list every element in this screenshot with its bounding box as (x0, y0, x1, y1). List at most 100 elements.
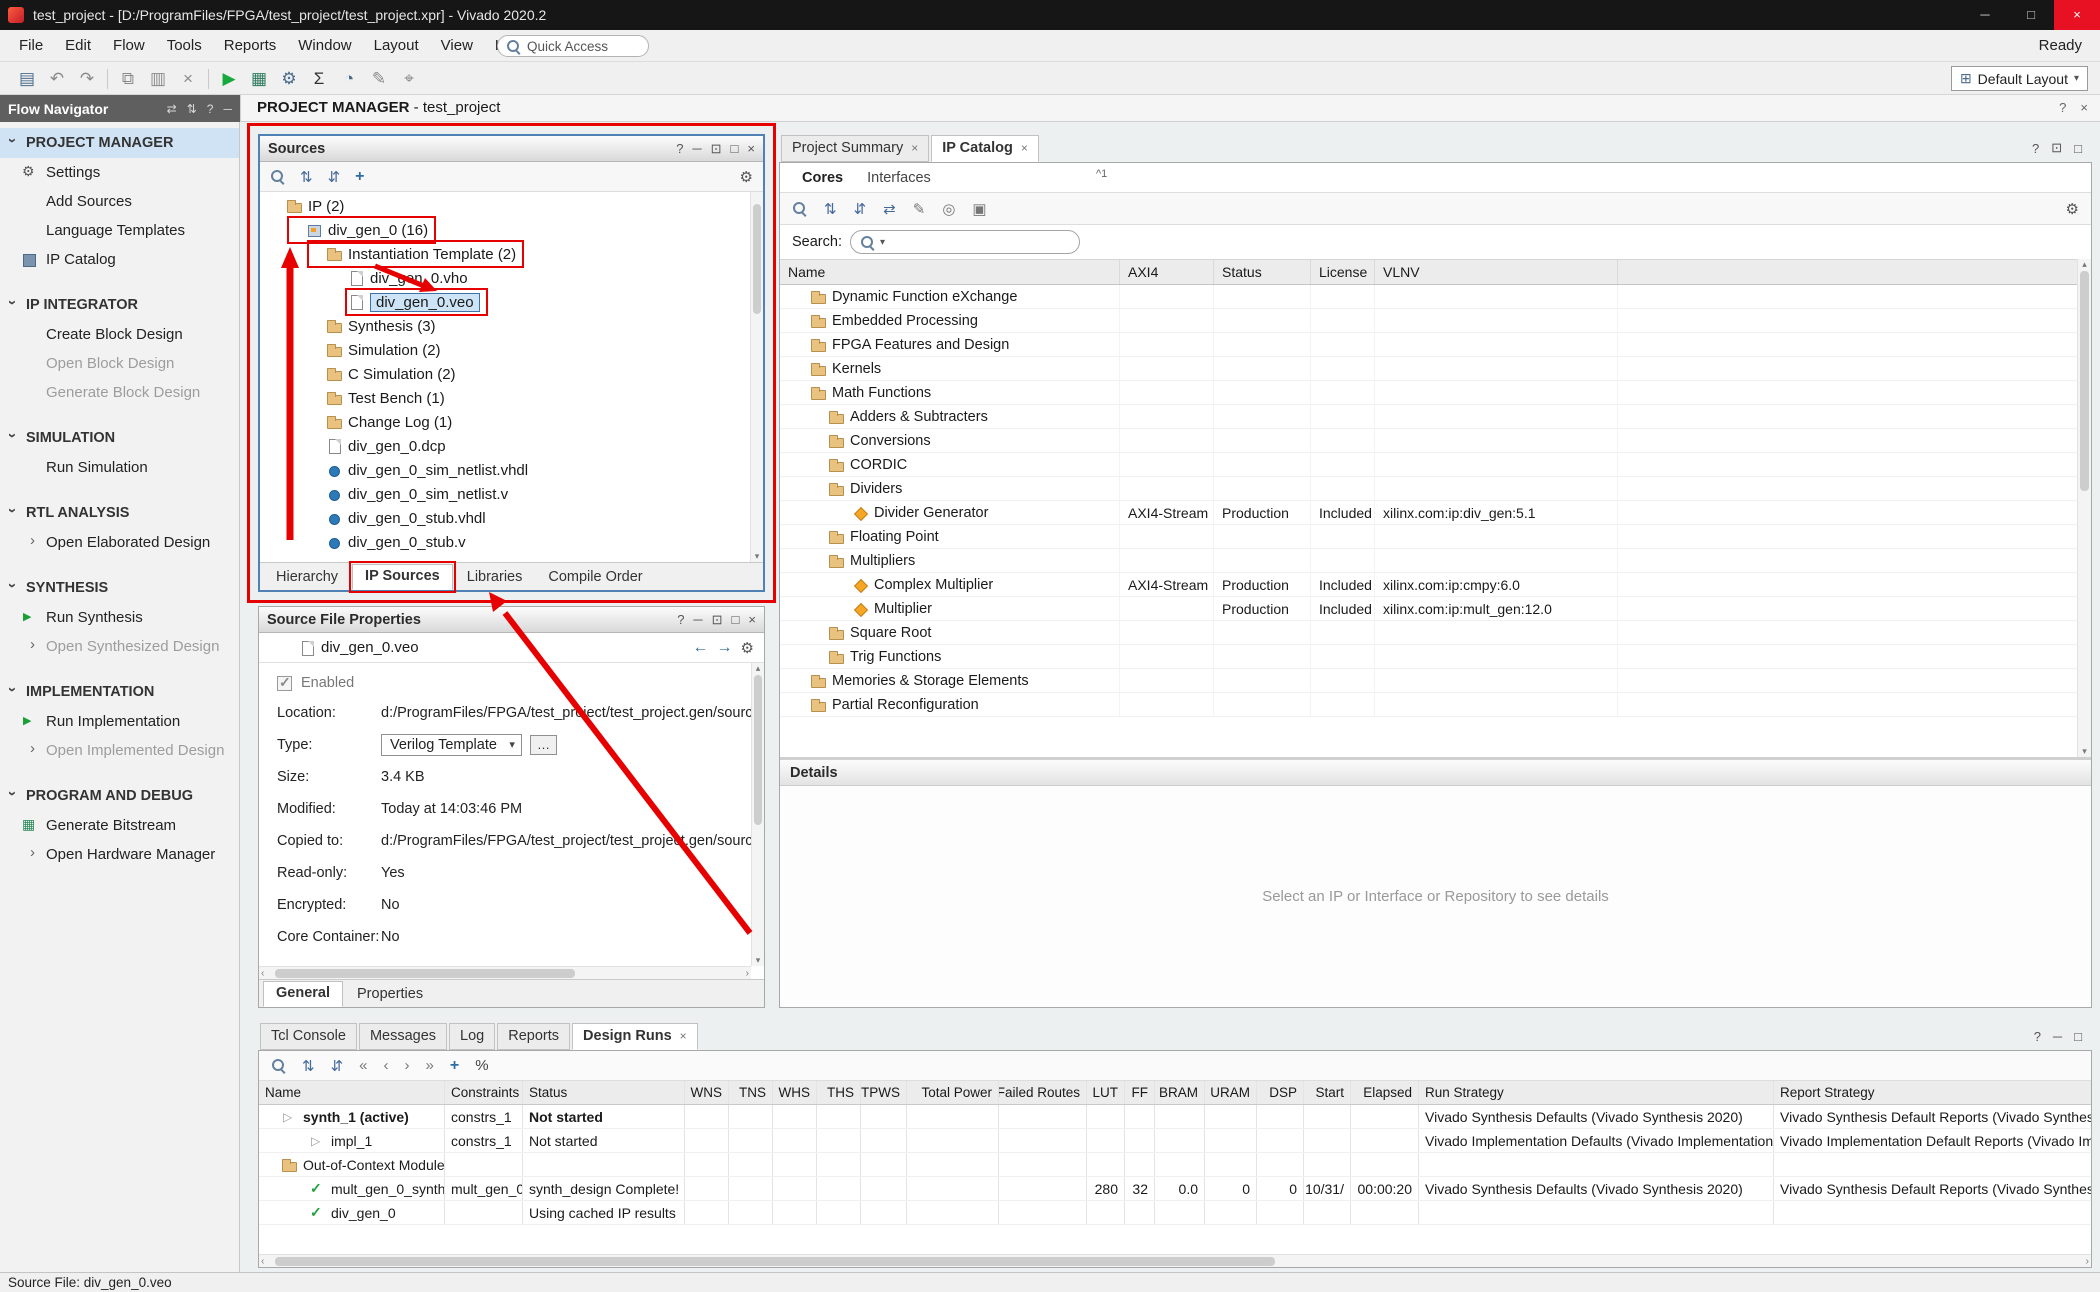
column-header[interactable]: Name (259, 1081, 445, 1104)
column-header[interactable]: Status (1214, 260, 1311, 284)
tree-item-stub-vhdl[interactable]: div_gen_0_stub.vhdl (260, 506, 750, 530)
enabled-checkbox[interactable] (277, 676, 292, 691)
sidebar-item-open-block-design[interactable]: Open Block Design (0, 349, 239, 378)
gear-icon[interactable]: ⚙ (740, 168, 753, 186)
scrollbar-thumb[interactable] (2080, 271, 2089, 491)
scrollbar-thumb[interactable] (275, 1257, 1275, 1266)
sidebar-item-open-elaborated-design[interactable]: Open Elaborated Design (0, 528, 239, 557)
design-run-row[interactable]: mult_gen_0_synth_1 mult_gen_0 synth_desi… (259, 1177, 2091, 1201)
help-icon[interactable]: ? (2034, 1029, 2041, 1044)
sidebar-item-language-templates[interactable]: Language Templates (0, 216, 239, 245)
tab-ip-catalog[interactable]: IP Catalog × (931, 135, 1039, 162)
column-header[interactable]: License (1311, 260, 1375, 284)
tree-item-test-bench[interactable]: Test Bench (1) (260, 386, 750, 410)
menu-item[interactable]: Flow (102, 30, 156, 62)
vertical-scrollbar[interactable]: ▴ ▾ (751, 663, 764, 966)
refresh-icon[interactable]: ⇄ (883, 200, 896, 218)
scroll-down-icon[interactable]: ▾ (752, 955, 764, 966)
ip-catalog-row[interactable]: Math Functions (780, 381, 2077, 405)
add-sources-icon[interactable]: + (355, 168, 364, 186)
flow-icon[interactable]: ▦ (244, 62, 274, 95)
clock-icon[interactable]: ◔ (334, 62, 364, 95)
column-header[interactable]: Constraints (445, 1081, 523, 1104)
tab-general[interactable]: General (263, 981, 343, 1007)
sidebar-section-implementation[interactable]: IMPLEMENTATION (0, 677, 239, 707)
sidebar-item-settings[interactable]: Settings (0, 158, 239, 187)
column-header[interactable]: DSP (1257, 1081, 1304, 1104)
scroll-down-icon[interactable]: ▾ (751, 551, 763, 562)
minimize-icon[interactable]: ─ (693, 612, 702, 628)
toolbar-separator[interactable] (208, 69, 209, 89)
expand-all-icon[interactable]: ⇵ (854, 200, 867, 218)
layout-selector[interactable]: ⊞ Default Layout ▾ (1951, 66, 2088, 91)
design-run-row[interactable]: synth_1 (active) constrs_1 Not started (259, 1105, 2091, 1129)
toolbar-separator[interactable] (107, 69, 108, 89)
help-icon[interactable]: ? (677, 612, 684, 628)
tree-item-stub-v[interactable]: div_gen_0_stub.v (260, 530, 750, 554)
sidebar-item-ip-catalog[interactable]: IP Catalog (0, 245, 239, 274)
sidebar-section-project-manager[interactable]: PROJECT MANAGER (0, 128, 239, 158)
column-header[interactable]: THS (817, 1081, 861, 1104)
subtab-cores[interactable]: Cores (790, 170, 855, 186)
scroll-right-icon[interactable]: › (2086, 1255, 2089, 1268)
ip-catalog-row[interactable]: Kernels (780, 357, 2077, 381)
maximize-icon[interactable]: □ (2074, 1029, 2082, 1044)
quick-access-search[interactable]: Quick Access (497, 35, 649, 57)
subtab-interfaces[interactable]: Interfaces (855, 170, 943, 186)
percent-icon[interactable]: % (475, 1057, 488, 1074)
sidebar-item-create-block-design[interactable]: Create Block Design (0, 320, 239, 349)
sidebar-section-program-and-debug[interactable]: PROGRAM AND DEBUG (0, 781, 239, 811)
collapse-all-icon[interactable]: ⇅ (302, 1057, 315, 1075)
column-header[interactable]: Run Strategy (1419, 1081, 1774, 1104)
close-icon[interactable]: × (680, 1024, 687, 1049)
skip-to-end-icon[interactable]: » (426, 1057, 434, 1074)
float-icon[interactable]: ⊡ (711, 141, 722, 157)
ip-catalog-row[interactable]: Trig Functions (780, 645, 2077, 669)
ip-catalog-row[interactable]: Conversions (780, 429, 2077, 453)
column-header[interactable]: URAM (1205, 1081, 1257, 1104)
column-header[interactable]: Start (1304, 1081, 1351, 1104)
menu-item[interactable]: Tools (156, 30, 213, 62)
ip-catalog-row[interactable]: FPGA Features and Design (780, 333, 2077, 357)
tab-design-runs[interactable]: Design Runs × (572, 1023, 698, 1050)
horizontal-scrollbar[interactable]: ‹ › (259, 966, 751, 979)
help-icon[interactable]: ? (2059, 95, 2066, 121)
float-icon[interactable]: ⊡ (712, 612, 723, 628)
tree-item-synthesis[interactable]: Synthesis (3) (260, 314, 750, 338)
ip-catalog-row[interactable]: Dynamic Function eXchange (780, 285, 2077, 309)
close-icon[interactable]: × (748, 612, 756, 628)
copy-icon[interactable]: ⧉ (113, 62, 143, 95)
tab-compile-order[interactable]: Compile Order (536, 566, 654, 590)
sidebar-section-rtl-analysis[interactable]: RTL ANALYSIS (0, 498, 239, 528)
column-header[interactable]: TPWS (861, 1081, 907, 1104)
ip-catalog-row[interactable]: Embedded Processing (780, 309, 2077, 333)
search-icon[interactable] (270, 169, 285, 184)
collapse-all-icon[interactable]: ⇅ (187, 102, 197, 116)
help-icon[interactable]: ? (676, 141, 683, 157)
collapse-all-icon[interactable]: ⇅ (824, 200, 837, 218)
ip-catalog-row[interactable]: Multipliers (780, 549, 2077, 573)
sidebar-item-add-sources[interactable]: Add Sources (0, 187, 239, 216)
ip-catalog-row[interactable]: Memories & Storage Elements (780, 669, 2077, 693)
column-header[interactable]: Report Strategy (1774, 1081, 2091, 1104)
expand-all-icon[interactable]: ⇵ (328, 168, 341, 186)
column-header[interactable]: Status (523, 1081, 685, 1104)
ip-catalog-row[interactable]: Adders & Subtracters (780, 405, 2077, 429)
maximize-icon[interactable]: □ (2074, 141, 2082, 156)
sidebar-item-generate-bitstream[interactable]: Generate Bitstream (0, 811, 239, 840)
ip-catalog-row[interactable]: Multiplier Production Included xilinx.co… (780, 597, 2077, 621)
tree-item-sim-netlist-v[interactable]: div_gen_0_sim_netlist.v (260, 482, 750, 506)
tab-tcl-console[interactable]: Tcl Console × (260, 1023, 357, 1050)
menu-item[interactable]: File (8, 30, 54, 62)
column-header[interactable]: WHS (773, 1081, 817, 1104)
expand-all-icon[interactable]: ⇵ (331, 1057, 344, 1075)
more-button[interactable]: … (530, 735, 557, 755)
tab-project-summary[interactable]: Project Summary × (781, 135, 929, 162)
tree-item-change-log[interactable]: Change Log (1) (260, 410, 750, 434)
horizontal-scrollbar[interactable]: ‹ › (259, 1254, 2091, 1267)
column-header[interactable]: VLNV (1375, 260, 1618, 284)
vertical-scrollbar[interactable]: ▴ ▾ (2077, 259, 2091, 757)
design-run-row[interactable]: div_gen_0 Using cached IP results (259, 1201, 2091, 1225)
menu-item[interactable]: Window (287, 30, 362, 62)
edit-icon[interactable]: ✎ (364, 62, 394, 95)
